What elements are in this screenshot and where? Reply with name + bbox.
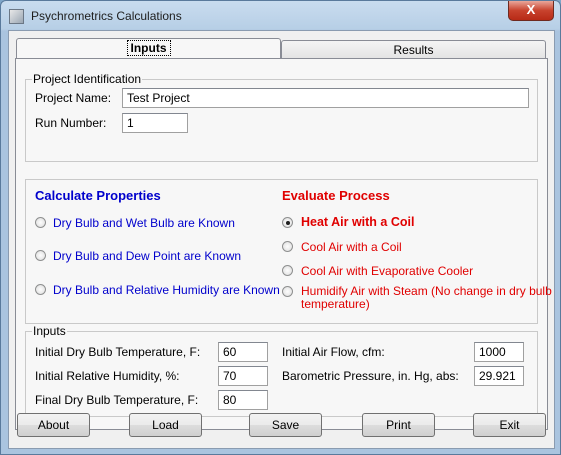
radio-heat-air-coil[interactable]: [282, 217, 293, 228]
evaluate-process-header: Evaluate Process: [282, 188, 390, 203]
inputs-group: Inputs Initial Dry Bulb Temperature, F: …: [25, 324, 538, 417]
air-flow-label: Initial Air Flow, cfm:: [282, 345, 385, 359]
save-button[interactable]: Save: [249, 413, 322, 437]
barometric-pressure-input[interactable]: [474, 366, 524, 386]
tab-results[interactable]: Results: [281, 40, 546, 59]
window-title: Psychrometrics Calculations: [31, 9, 182, 23]
print-button[interactable]: Print: [362, 413, 435, 437]
option-relative-humidity-known-label[interactable]: Dry Bulb and Relative Humidity are Known: [53, 283, 280, 297]
option-dew-point-known-label[interactable]: Dry Bulb and Dew Point are Known: [53, 249, 241, 263]
radio-wet-bulb-known[interactable]: [35, 217, 46, 228]
option-cool-air-coil-label[interactable]: Cool Air with a Coil: [301, 240, 402, 254]
inputs-tab-panel: Project Identification Project Name: Run…: [15, 58, 552, 430]
final-dry-bulb-input[interactable]: [218, 390, 268, 410]
radio-evaporative-cooler[interactable]: [282, 265, 293, 276]
close-button[interactable]: X: [508, 1, 554, 21]
client-area: Inputs Results Project Identification Pr…: [8, 30, 555, 449]
radio-relative-humidity-known[interactable]: [35, 284, 46, 295]
radio-cool-air-coil[interactable]: [282, 241, 293, 252]
project-name-label: Project Name:: [35, 91, 112, 105]
option-evaporative-cooler-label[interactable]: Cool Air with Evaporative Cooler: [301, 264, 473, 278]
calculation-options-group: Calculate Properties Dry Bulb and Wet Bu…: [25, 179, 552, 324]
app-window: Psychrometrics Calculations X Inputs Res…: [0, 0, 561, 455]
about-button[interactable]: About: [17, 413, 90, 437]
project-identification-legend: Project Identification: [32, 72, 143, 86]
final-dry-bulb-label: Final Dry Bulb Temperature, F:: [35, 393, 199, 407]
radio-humidify-steam[interactable]: [282, 286, 293, 297]
option-humidify-steam-label[interactable]: Humidify Air with Steam (No change in dr…: [301, 284, 552, 298]
initial-relative-humidity-label: Initial Relative Humidity, %:: [35, 369, 180, 383]
tab-results-label: Results: [393, 43, 434, 57]
title-bar: Psychrometrics Calculations X: [1, 1, 560, 31]
exit-button[interactable]: Exit: [473, 413, 546, 437]
load-button[interactable]: Load: [129, 413, 202, 437]
option-wet-bulb-known-label[interactable]: Dry Bulb and Wet Bulb are Known: [53, 216, 235, 230]
inputs-legend: Inputs: [32, 324, 67, 338]
calculate-properties-header: Calculate Properties: [35, 188, 161, 203]
option-humidify-steam-label-cont[interactable]: temperature): [301, 297, 370, 311]
option-heat-air-coil-label[interactable]: Heat Air with a Coil: [301, 215, 414, 229]
radio-dew-point-known[interactable]: [35, 250, 46, 261]
project-name-input[interactable]: [122, 88, 529, 108]
initial-dry-bulb-input[interactable]: [218, 342, 268, 362]
project-identification-group: Project Identification Project Name: Run…: [25, 72, 538, 162]
app-icon: [9, 9, 24, 24]
initial-relative-humidity-input[interactable]: [218, 366, 268, 386]
run-number-input[interactable]: [122, 113, 188, 133]
tab-inputs-label: Inputs: [126, 40, 171, 56]
run-number-label: Run Number:: [35, 116, 107, 130]
initial-dry-bulb-label: Initial Dry Bulb Temperature, F:: [35, 345, 201, 359]
air-flow-input[interactable]: [474, 342, 524, 362]
barometric-pressure-label: Barometric Pressure, in. Hg, abs:: [282, 369, 459, 383]
tab-inputs[interactable]: Inputs: [16, 38, 281, 59]
